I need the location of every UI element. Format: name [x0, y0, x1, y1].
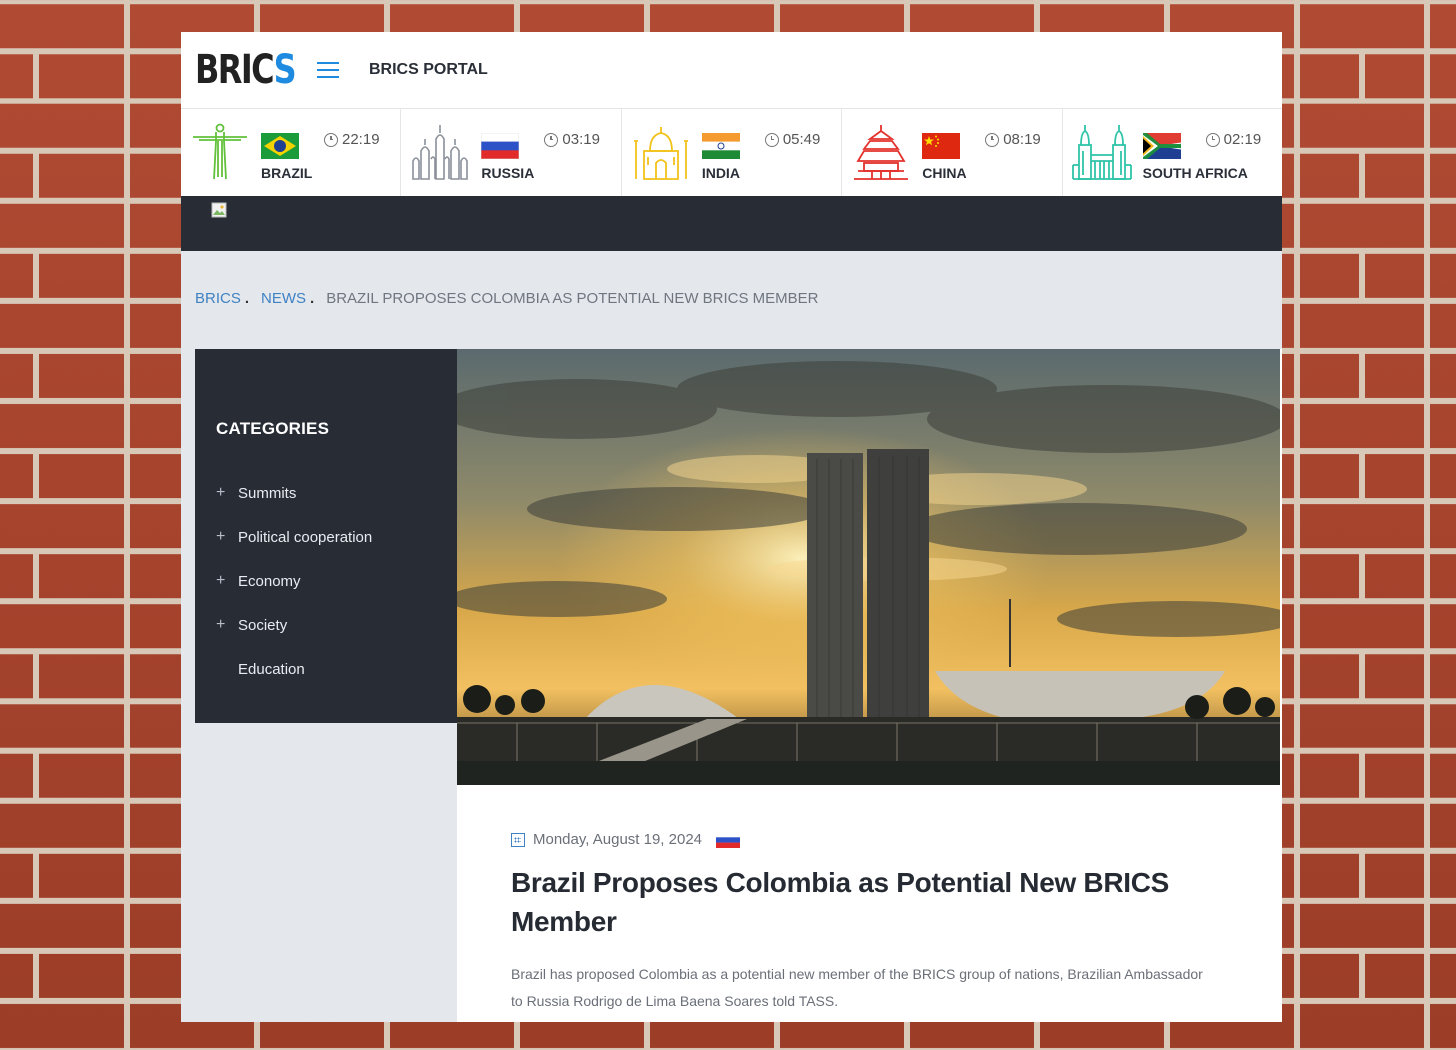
country-name: SOUTH AFRICA: [1142, 165, 1248, 181]
south-africa-flag: [1142, 133, 1181, 159]
clock-icon: [324, 132, 338, 147]
country-card-india[interactable]: 05:49 INDIA: [622, 109, 843, 196]
country-card-russia[interactable]: 03:19 RUSSIA: [401, 109, 622, 196]
country-name: CHINA: [922, 165, 967, 181]
st-basils-icon: [412, 125, 469, 180]
hamburger-icon[interactable]: [317, 62, 339, 78]
calendar-icon: [511, 832, 525, 847]
category-item-economy[interactable]: + Economy: [216, 559, 372, 603]
article-meta: Monday, August 19, 2024: [511, 831, 741, 848]
clock-icon: [544, 132, 559, 147]
country-strip: 22:19 BRAZIL 03:19 RUSSIA 05:49 INDIA 08…: [181, 109, 1282, 196]
clock-icon: [985, 132, 1000, 147]
broken-image-icon: [211, 202, 227, 218]
brazil-flag: [261, 133, 299, 159]
clock-icon: [1205, 132, 1220, 147]
category-list: + Summits + Political cooperation + Economy…: [216, 471, 372, 691]
country-card-south-africa[interactable]: 02:19 SOUTH AFRICA: [1063, 109, 1282, 196]
site-header: BRICS BRICS PORTAL: [181, 32, 1282, 109]
plus-icon: +: [216, 528, 226, 545]
local-time: 05:49: [764, 131, 820, 148]
country-name: INDIA: [701, 165, 740, 181]
russia-flag: [716, 831, 741, 848]
dark-banner-bar: [181, 196, 1282, 251]
category-item-education[interactable]: Education: [216, 647, 372, 691]
clock-icon: [764, 132, 779, 147]
local-time: 22:19: [324, 131, 380, 148]
country-name: BRAZIL: [261, 165, 313, 181]
local-time: 08:19: [985, 131, 1041, 148]
portal-title[interactable]: BRICS PORTAL: [369, 61, 488, 79]
categories-title: CATEGORIES: [216, 419, 330, 438]
breadcrumb-link-brics[interactable]: BRICS: [195, 290, 241, 307]
category-item-political-cooperation[interactable]: + Political cooperation: [216, 515, 372, 559]
russia-flag: [481, 133, 520, 159]
country-card-china[interactable]: 08:19 CHINA: [842, 109, 1063, 196]
plus-icon: +: [216, 572, 226, 589]
breadcrumb-link-news[interactable]: NEWS: [261, 290, 306, 307]
china-flag: [922, 133, 961, 159]
breadcrumb: BRICS . NEWS . BRAZIL PROPOSES COLOMBIA …: [195, 290, 819, 307]
category-item-summits[interactable]: + Summits: [216, 471, 372, 515]
taj-mahal-icon: [633, 127, 688, 180]
breadcrumb-separator: .: [244, 290, 250, 307]
breadcrumb-separator: .: [310, 290, 315, 307]
union-buildings-icon: [1071, 125, 1132, 180]
plus-icon: +: [216, 484, 226, 501]
local-time: 03:19: [544, 131, 600, 148]
article-lead: Brazil has proposed Colombia as a potent…: [511, 966, 1203, 1009]
plus-icon: +: [216, 616, 226, 633]
country-card-brazil[interactable]: 22:19 BRAZIL: [181, 109, 402, 196]
webpage-screenshot: BRICS BRICS PORTAL 22:19 BRAZIL 03:19 RU…: [181, 32, 1282, 1022]
local-time: 02:19: [1205, 131, 1261, 148]
categories-sidebar: CATEGORIES + Summits + Political cooperati…: [195, 349, 457, 723]
country-name: RUSSIA: [481, 165, 535, 181]
article-title: Brazil Proposes Colombia as Potential Ne…: [511, 867, 1170, 937]
article-hero-image: [457, 349, 1280, 785]
breadcrumb-current: BRAZIL PROPOSES COLOMBIA AS POTENTIAL NE…: [326, 290, 819, 307]
article-main: Monday, August 19, 2024 Brazil Proposes …: [457, 349, 1282, 1022]
india-flag: [701, 133, 740, 159]
article-date: Monday, August 19, 2024: [533, 831, 703, 848]
brics-logo[interactable]: BRICS: [195, 47, 297, 93]
temple-of-heaven-icon: [854, 125, 909, 180]
christ-redeemer-icon: [193, 123, 247, 180]
category-item-society[interactable]: + Society: [216, 603, 372, 647]
